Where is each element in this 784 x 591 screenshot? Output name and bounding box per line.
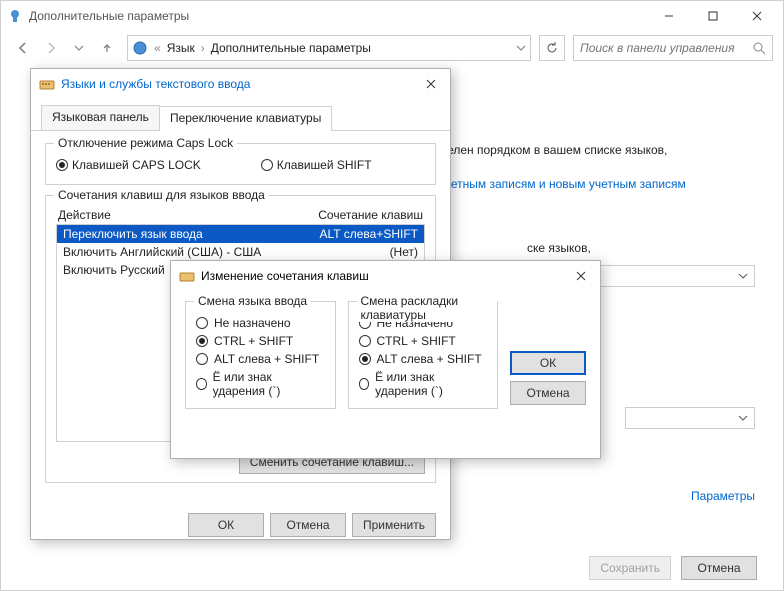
cancel-button[interactable]: Отмена — [270, 513, 346, 537]
search-box[interactable] — [573, 35, 773, 61]
keyboard-icon — [179, 269, 195, 283]
close-icon[interactable] — [420, 77, 442, 91]
group-legend: Смена раскладки клавиатуры — [357, 294, 498, 322]
radio-alt-shift[interactable]: ALT слева + SHIFT — [196, 352, 325, 366]
params-link[interactable]: Параметры — [691, 489, 755, 503]
radio-dot-icon — [196, 353, 208, 365]
cancel-button[interactable]: Отмена — [510, 381, 586, 405]
combo-box[interactable] — [625, 407, 755, 429]
radio-dot-icon — [196, 378, 207, 390]
dialog-header: Изменение сочетания клавиш — [171, 261, 600, 291]
chevron-icon: › — [199, 41, 207, 55]
navbar: « Язык › Дополнительные параметры — [1, 31, 783, 65]
dropdown-icon[interactable] — [516, 43, 526, 53]
app-icon — [7, 8, 23, 24]
radio-dot-icon — [359, 335, 371, 347]
chevron-down-icon — [738, 413, 748, 423]
radio-alt-shift[interactable]: ALT слева + SHIFT — [359, 352, 488, 366]
change-hotkey-dialog: Изменение сочетания клавиш Смена языка в… — [170, 260, 601, 459]
list-item[interactable]: Включить Английский (США) - США(Нет) — [57, 243, 424, 261]
capslock-group: Отключение режима Caps Lock Клавишей CAP… — [45, 143, 436, 185]
keyboard-icon — [39, 77, 55, 91]
body-text: ределен порядком в вашем списке языков, — [427, 143, 757, 157]
address-bar[interactable]: « Язык › Дополнительные параметры — [127, 35, 531, 61]
dialog-title: Языки и службы текстового ввода — [61, 77, 250, 91]
body-text: ске языков, — [527, 241, 757, 255]
tab-language-bar[interactable]: Языковая панель — [41, 105, 160, 130]
up-button[interactable] — [95, 36, 119, 60]
footer: Сохранить Отмена — [1, 546, 783, 590]
search-input[interactable] — [580, 41, 748, 55]
radio-dot-icon — [56, 159, 68, 171]
group-legend: Смена языка ввода — [194, 294, 311, 308]
group-legend: Сочетания клавиш для языков ввода — [54, 188, 269, 202]
radio-grave[interactable]: Ё или знак ударения (`) — [196, 370, 325, 398]
radio-dot-icon — [359, 353, 371, 365]
ok-button[interactable]: ОК — [188, 513, 264, 537]
col-header: Сочетание клавиш — [318, 208, 423, 222]
titlebar: Дополнительные параметры — [1, 1, 783, 31]
chevron-down-icon — [738, 271, 748, 281]
link[interactable]: м учетным записям и новым учетным запися… — [427, 177, 757, 191]
radio-capslock[interactable]: Клавишей CAPS LOCK — [56, 158, 201, 172]
chevron-icon: « — [152, 41, 163, 55]
window-title: Дополнительные параметры — [27, 9, 647, 23]
search-icon[interactable] — [753, 42, 766, 55]
forward-button[interactable] — [39, 36, 63, 60]
radio-shift[interactable]: Клавишей SHIFT — [261, 158, 372, 172]
apply-button[interactable]: Применить — [352, 513, 436, 537]
recent-button[interactable] — [67, 36, 91, 60]
breadcrumb-item[interactable]: Язык — [167, 41, 195, 55]
breadcrumb-item[interactable]: Дополнительные параметры — [211, 41, 371, 55]
list-item[interactable]: Переключить язык вводаALT слева+SHIFT — [57, 225, 424, 243]
close-icon[interactable] — [570, 269, 592, 283]
radio-dot-icon — [196, 317, 208, 329]
radio-ctrl-shift[interactable]: CTRL + SHIFT — [359, 334, 488, 348]
radio-dot-icon — [359, 378, 370, 390]
save-button: Сохранить — [589, 556, 671, 580]
radio-dot-icon — [261, 159, 273, 171]
ok-button[interactable]: ОК — [510, 351, 586, 375]
maximize-button[interactable] — [691, 2, 735, 30]
close-button[interactable] — [735, 2, 779, 30]
group-legend: Отключение режима Caps Lock — [54, 136, 237, 150]
globe-icon — [132, 40, 148, 56]
back-button[interactable] — [11, 36, 35, 60]
radio-ctrl-shift[interactable]: CTRL + SHIFT — [196, 334, 325, 348]
dialog-header: Языки и службы текстового ввода — [31, 69, 450, 99]
radio-dot-icon — [196, 335, 208, 347]
input-lang-group: Смена языка ввода Не назначено CTRL + SH… — [185, 301, 336, 409]
dialog-title: Изменение сочетания клавиш — [201, 269, 369, 283]
tab-keyboard-switch[interactable]: Переключение клавиатуры — [159, 106, 332, 131]
radio-grave[interactable]: Ё или знак ударения (`) — [359, 370, 488, 398]
cancel-button[interactable]: Отмена — [681, 556, 757, 580]
refresh-button[interactable] — [539, 35, 565, 61]
tabs: Языковая панель Переключение клавиатуры — [31, 99, 450, 131]
minimize-button[interactable] — [647, 2, 691, 30]
radio-none[interactable]: Не назначено — [196, 316, 325, 330]
layout-group: Смена раскладки клавиатуры Не назначено … — [348, 301, 499, 409]
col-header: Действие — [58, 208, 111, 222]
